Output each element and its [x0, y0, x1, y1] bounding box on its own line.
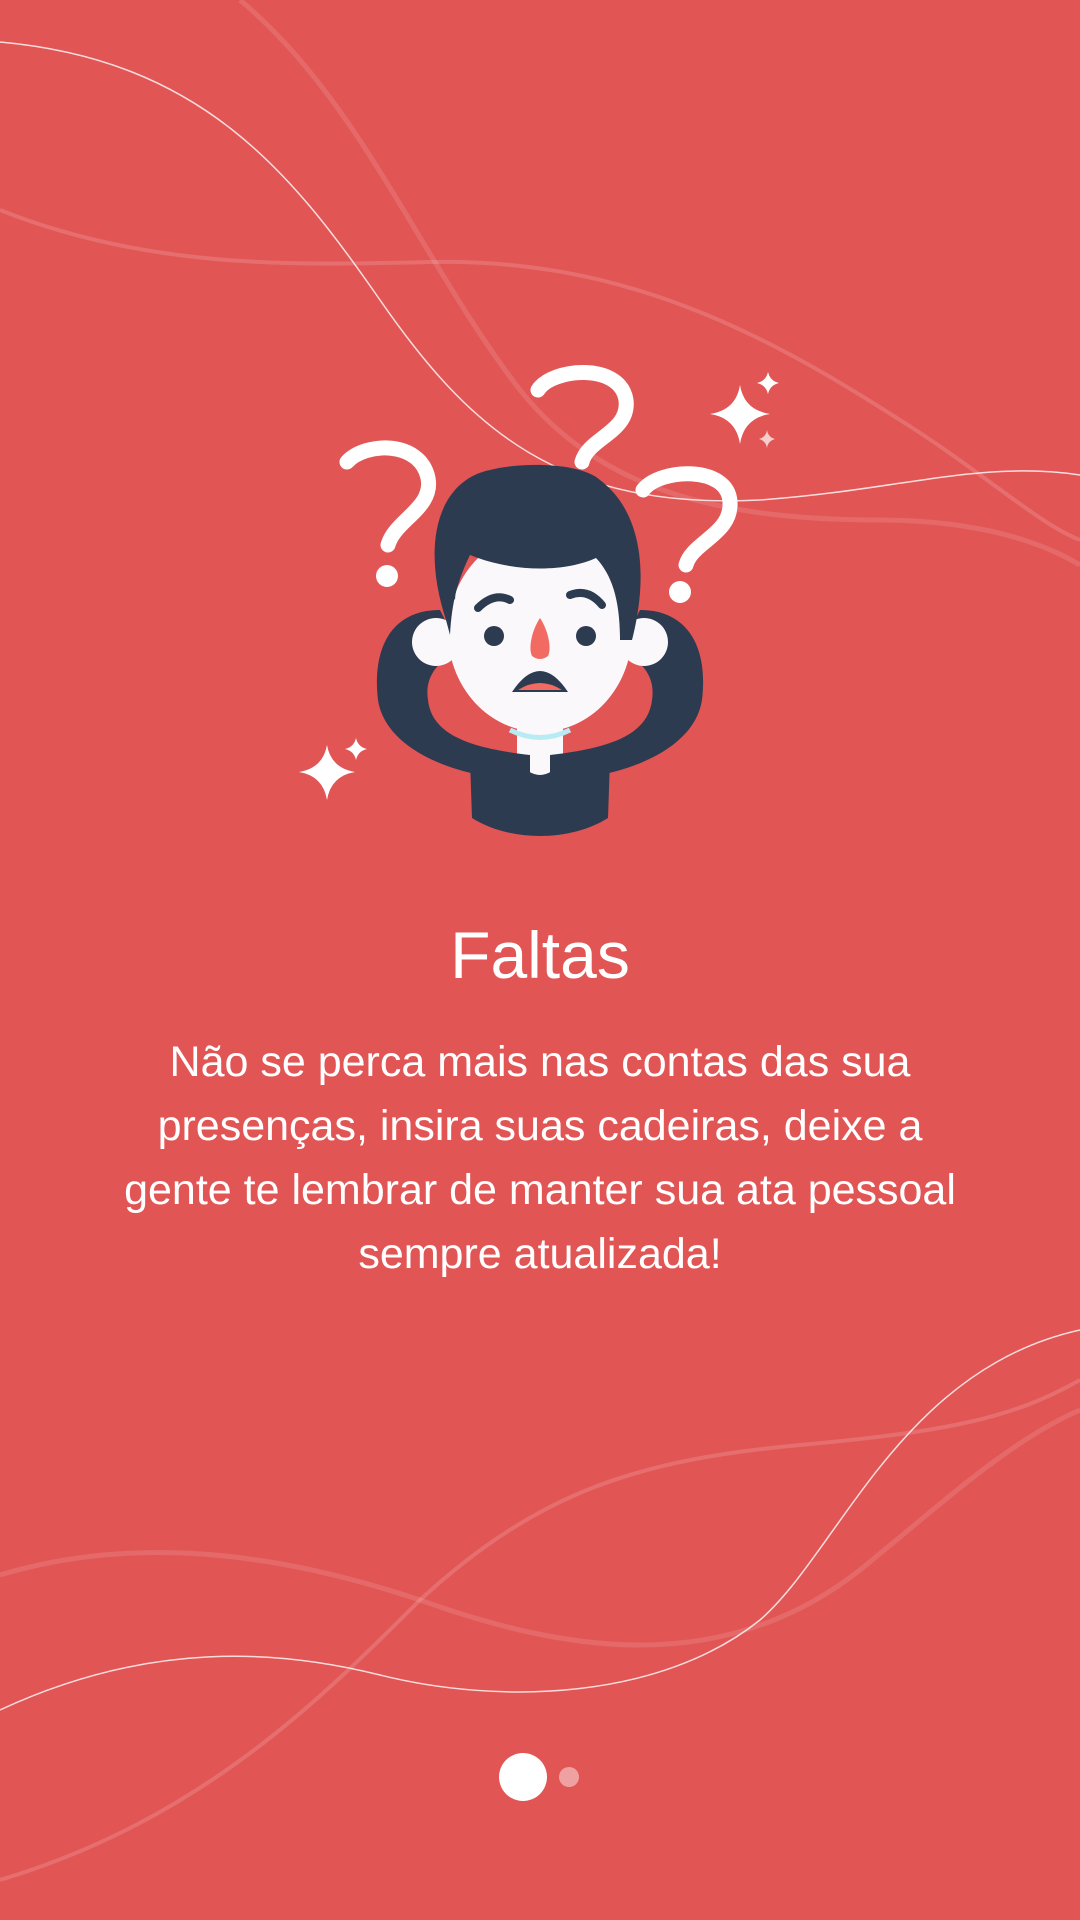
page-indicator: [0, 1750, 1080, 1806]
page-indicator-dot[interactable]: [559, 1767, 579, 1787]
page-title: Faltas: [450, 918, 630, 992]
confused-student-icon: [299, 365, 779, 836]
onboarding-screen: Faltas Não se perca mais nas contas das …: [0, 0, 1080, 1920]
page-description: Não se perca mais nas contas das sua pre…: [124, 1038, 956, 1278]
page-indicator-dot-active[interactable]: [499, 1753, 547, 1801]
